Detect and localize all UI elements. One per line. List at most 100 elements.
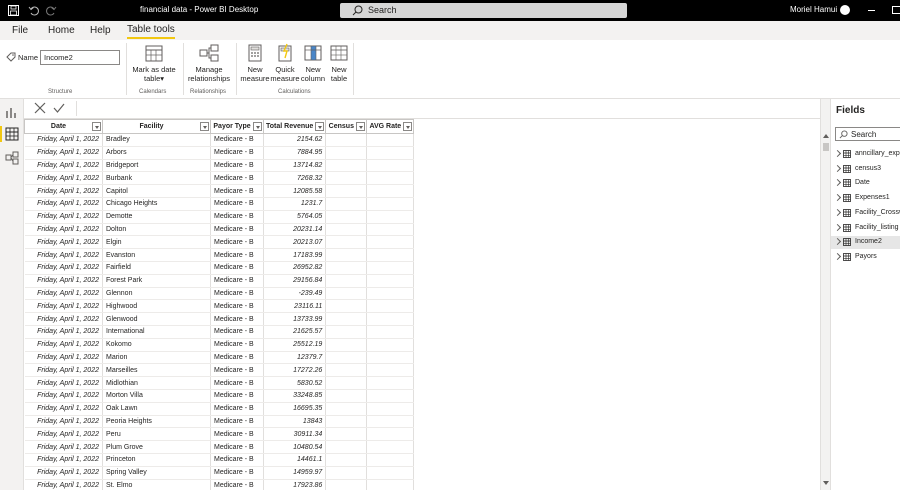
cell-facility[interactable]: Kokomo (102, 338, 211, 352)
field-table-item[interactable]: census3 (831, 163, 900, 176)
table-row[interactable]: Friday, April 1, 2022 Highwood Medicare - … (24, 299, 415, 314)
cell-total-revenue[interactable]: 30911.34 (263, 427, 327, 442)
column-header-date[interactable]: Date (24, 119, 103, 134)
cell-date[interactable]: Friday, April 1, 2022 (24, 312, 103, 326)
chevron-right-icon[interactable] (833, 194, 842, 202)
cell-total-revenue[interactable]: 5830.52 (263, 376, 327, 390)
table-row[interactable]: Friday, April 1, 2022 Princeton Medicare -… (24, 453, 415, 467)
quick-measure-button[interactable]: Quick measure (269, 43, 301, 83)
cell-total-revenue[interactable]: 1231.7 (263, 197, 327, 211)
field-table-item[interactable]: Facility_Crossw (831, 207, 900, 220)
cell-avg-rate[interactable] (366, 210, 415, 224)
table-row[interactable]: Friday, April 1, 2022 Spring Valley Medica… (24, 466, 415, 480)
new-measure-button[interactable]: New measure (239, 43, 271, 83)
cell-census[interactable] (325, 351, 368, 365)
cell-facility[interactable]: Morton Villa (102, 389, 211, 403)
table-row[interactable]: Friday, April 1, 2022 Glennon Medicare - B… (24, 287, 415, 301)
cell-facility[interactable]: Oak Lawn (102, 402, 211, 416)
table-row[interactable]: Friday, April 1, 2022 Oak Lawn Medicare - … (24, 402, 415, 416)
cell-facility[interactable]: Marion (102, 351, 211, 365)
cell-date[interactable]: Friday, April 1, 2022 (24, 402, 103, 416)
cell-date[interactable]: Friday, April 1, 2022 (24, 415, 103, 429)
cell-payor-type[interactable]: Medicare - B (210, 235, 264, 250)
cell-date[interactable]: Friday, April 1, 2022 (24, 261, 103, 275)
field-table-item[interactable]: Expenses1 (831, 192, 900, 205)
cell-facility[interactable]: Princeton (102, 453, 211, 467)
cell-total-revenue[interactable]: 29156.84 (263, 274, 327, 288)
filter-dropdown-icon[interactable] (356, 122, 366, 131)
cell-facility[interactable]: Peoria Heights (102, 415, 211, 429)
fields-search-input[interactable]: Search (835, 127, 900, 141)
table-row[interactable]: Friday, April 1, 2022 Peru Medicare - B 309… (24, 427, 415, 442)
cell-facility[interactable]: Glennon (102, 287, 211, 301)
report-view-icon[interactable] (5, 105, 19, 119)
cell-total-revenue[interactable]: 10480.54 (263, 440, 327, 454)
cell-avg-rate[interactable] (366, 376, 415, 390)
cell-census[interactable] (325, 223, 368, 237)
cell-payor-type[interactable]: Medicare - B (210, 440, 264, 454)
mark-as-date-table-button[interactable]: Mark as date table▾ (131, 43, 177, 83)
cell-total-revenue[interactable]: 21625.57 (263, 325, 327, 339)
cell-payor-type[interactable]: Medicare - B (210, 171, 264, 186)
cell-facility[interactable]: Spring Valley (102, 466, 211, 480)
cell-avg-rate[interactable] (366, 351, 415, 365)
cell-payor-type[interactable]: Medicare - B (210, 453, 264, 467)
cell-avg-rate[interactable] (366, 415, 415, 429)
data-view-icon[interactable] (5, 127, 19, 141)
cell-date[interactable]: Friday, April 1, 2022 (24, 235, 103, 250)
table-row[interactable]: Friday, April 1, 2022 Plum Grove Medicare … (24, 440, 415, 454)
cell-date[interactable]: Friday, April 1, 2022 (24, 184, 103, 198)
cell-census[interactable] (325, 274, 368, 288)
filter-dropdown-icon[interactable] (253, 122, 262, 131)
table-row[interactable]: Friday, April 1, 2022 Fairfield Medicare -… (24, 261, 415, 275)
cell-payor-type[interactable]: Medicare - B (210, 299, 264, 314)
cell-avg-rate[interactable] (366, 274, 415, 288)
cell-date[interactable]: Friday, April 1, 2022 (24, 325, 103, 339)
redo-icon[interactable] (44, 3, 58, 17)
chevron-right-icon[interactable] (833, 238, 842, 246)
cell-facility[interactable]: Peru (102, 427, 211, 442)
formula-input[interactable] (76, 101, 816, 116)
cell-date[interactable]: Friday, April 1, 2022 (24, 299, 103, 314)
table-row[interactable]: Friday, April 1, 2022 Capitol Medicare - B… (24, 184, 415, 198)
cell-total-revenue[interactable]: 12085.58 (263, 184, 327, 198)
cell-avg-rate[interactable] (366, 133, 415, 147)
cell-census[interactable] (325, 338, 368, 352)
cell-facility[interactable]: Elgin (102, 235, 211, 250)
cell-payor-type[interactable]: Medicare - B (210, 338, 264, 352)
cell-census[interactable] (325, 261, 368, 275)
cell-payor-type[interactable]: Medicare - B (210, 223, 264, 237)
theme-toggle[interactable] (840, 5, 850, 15)
filter-dropdown-icon[interactable] (200, 122, 209, 131)
column-header-payor-type[interactable]: Payor Type (210, 119, 264, 134)
cell-total-revenue[interactable]: 23116.11 (263, 299, 327, 314)
cell-total-revenue[interactable]: 17183.99 (263, 248, 327, 262)
cell-total-revenue[interactable]: 26952.82 (263, 261, 327, 275)
table-row[interactable]: Friday, April 1, 2022 Morton Villa Medicar… (24, 389, 415, 403)
table-row[interactable]: Friday, April 1, 2022 Peoria Heights Medic… (24, 415, 415, 429)
cell-census[interactable] (325, 376, 368, 390)
cell-facility[interactable]: Forest Park (102, 274, 211, 288)
table-row[interactable]: Friday, April 1, 2022 Elgin Medicare - B 20… (24, 235, 415, 250)
cell-date[interactable]: Friday, April 1, 2022 (24, 133, 103, 147)
cell-payor-type[interactable]: Medicare - B (210, 427, 264, 442)
cell-census[interactable] (325, 133, 368, 147)
cell-facility[interactable]: Glenwood (102, 312, 211, 326)
vertical-scrollbar[interactable] (820, 99, 830, 490)
cell-date[interactable]: Friday, April 1, 2022 (24, 210, 103, 224)
cell-date[interactable]: Friday, April 1, 2022 (24, 466, 103, 480)
cell-facility[interactable]: Fairfield (102, 261, 211, 275)
cell-payor-type[interactable]: Medicare - B (210, 415, 264, 429)
tab-table-tools[interactable]: Table tools (127, 24, 175, 39)
cell-census[interactable] (325, 402, 368, 416)
cell-census[interactable] (325, 197, 368, 211)
column-header-census[interactable]: Census (325, 119, 368, 134)
cell-avg-rate[interactable] (366, 299, 415, 314)
cell-date[interactable]: Friday, April 1, 2022 (24, 389, 103, 403)
cell-census[interactable] (325, 299, 368, 314)
restore-button[interactable] (892, 6, 900, 14)
cell-payor-type[interactable]: Medicare - B (210, 159, 264, 173)
cell-avg-rate[interactable] (366, 235, 415, 250)
cell-date[interactable]: Friday, April 1, 2022 (24, 197, 103, 211)
cell-facility[interactable]: Bradley (102, 133, 211, 147)
